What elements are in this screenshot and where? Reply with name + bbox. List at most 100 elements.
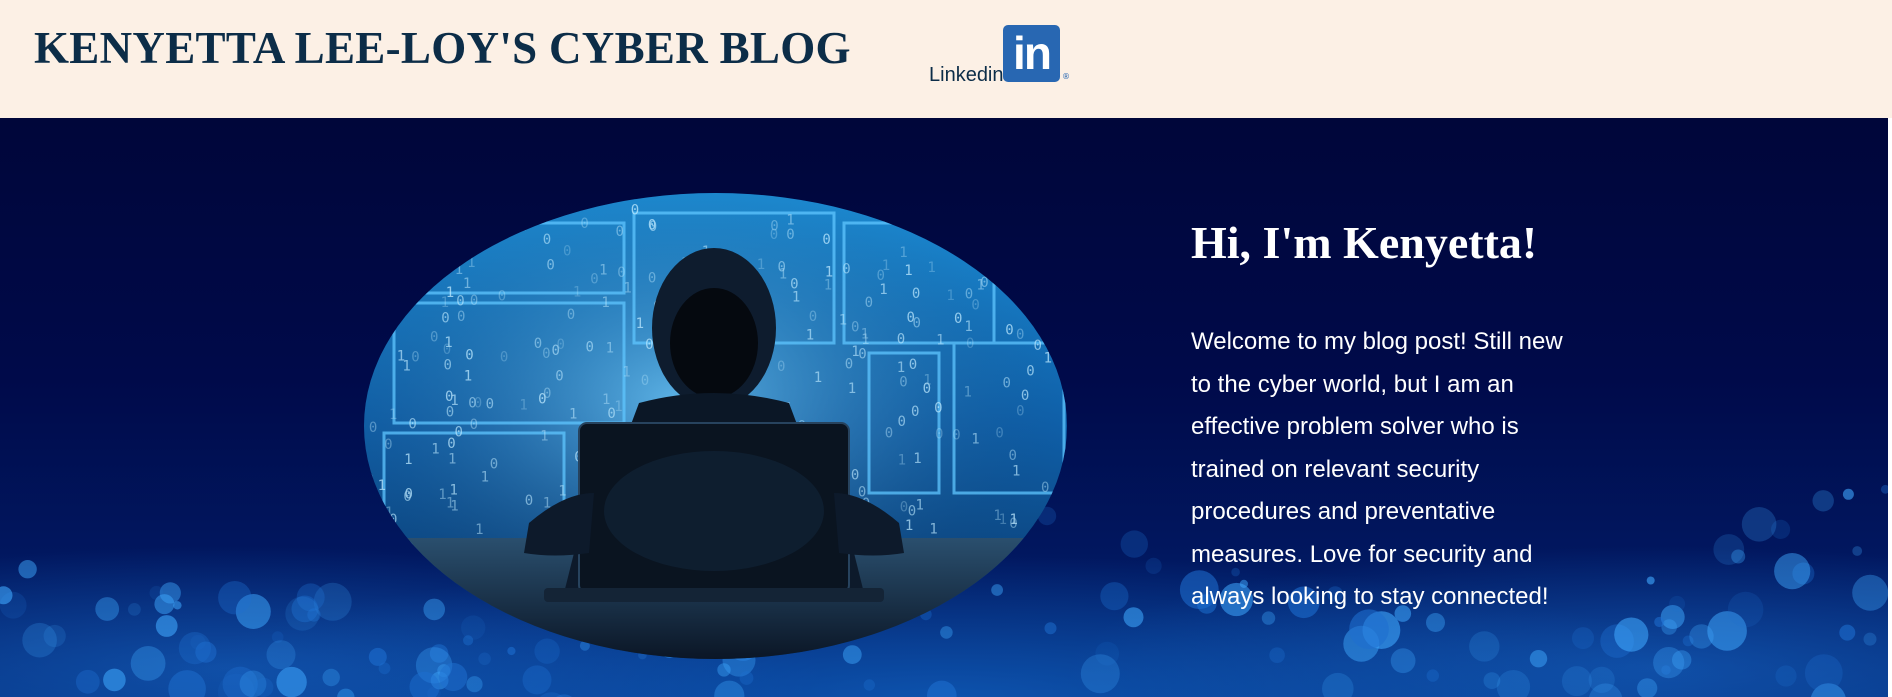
binary-glyph: 0 <box>543 386 551 402</box>
binary-glyph: 1 <box>446 496 454 512</box>
binary-glyph: 0 <box>557 337 565 353</box>
binary-glyph: 0 <box>993 196 1001 212</box>
binary-glyph: 1 <box>436 201 444 217</box>
linkedin-icon[interactable]: in <box>1003 25 1060 82</box>
bokeh-dot <box>1775 665 1797 687</box>
bokeh-dot <box>127 603 141 616</box>
binary-glyph: 0 <box>474 396 482 412</box>
binary-glyph: 0 <box>555 369 563 385</box>
hooded-hacker-laptop-image: 1000110110000011000111010000101100001110… <box>364 193 1067 659</box>
binary-glyph: 1 <box>455 262 463 278</box>
bokeh-dot <box>1044 622 1057 635</box>
binary-glyph: 1 <box>946 288 954 304</box>
binary-glyph: 1 <box>444 335 452 351</box>
binary-glyph: 1 <box>378 478 386 494</box>
binary-glyph: 1 <box>599 263 607 279</box>
bokeh-dot <box>1689 624 1714 649</box>
binary-glyph: 1 <box>545 202 553 218</box>
bokeh-dot <box>1727 591 1764 628</box>
bokeh-dot <box>271 631 284 643</box>
binary-glyph: 1 <box>971 431 979 447</box>
binary-glyph: 1 <box>898 453 906 469</box>
binary-glyph: 1 <box>606 341 614 357</box>
binary-glyph: 0 <box>786 227 794 243</box>
binary-glyph: 0 <box>952 427 960 443</box>
bokeh-dot <box>1713 534 1745 565</box>
binary-glyph: 1 <box>431 442 439 458</box>
binary-glyph: 0 <box>563 243 571 259</box>
bokeh-dot <box>1672 650 1692 670</box>
binary-glyph: 0 <box>444 358 452 374</box>
binary-glyph: 1 <box>402 358 410 374</box>
bokeh-dot <box>863 679 875 691</box>
bokeh-dot <box>1120 530 1149 558</box>
binary-glyph: 1 <box>1050 291 1058 307</box>
binary-glyph: 1 <box>905 518 913 534</box>
bokeh-dot <box>1572 627 1594 650</box>
bokeh-dot <box>95 597 120 621</box>
binary-glyph: 1 <box>475 522 483 538</box>
binary-glyph: 1 <box>1044 351 1052 367</box>
binary-glyph: 0 <box>1009 516 1017 532</box>
binary-glyph: 0 <box>453 215 461 231</box>
binary-glyph: 0 <box>567 307 575 323</box>
binary-glyph: 0 <box>430 329 438 345</box>
bokeh-dot <box>940 626 953 639</box>
bokeh-dot <box>296 583 325 612</box>
bokeh-dot <box>1145 557 1162 574</box>
binary-glyph: 0 <box>408 417 416 433</box>
bokeh-dot <box>1529 650 1548 668</box>
binary-glyph: 1 <box>814 370 822 386</box>
binary-glyph: 1 <box>623 281 631 297</box>
binary-glyph: 1 <box>993 508 1001 524</box>
bokeh-dot <box>1731 549 1746 564</box>
bokeh-dot <box>1660 605 1685 629</box>
linkedin-label[interactable]: Linkedin <box>929 63 1004 87</box>
bokeh-dot <box>1469 631 1500 662</box>
binary-glyph: 1 <box>622 365 630 381</box>
binary-glyph: 1 <box>439 264 447 280</box>
binary-glyph: 0 <box>396 218 404 234</box>
binary-glyph: 1 <box>481 206 489 222</box>
binary-glyph: 0 <box>899 374 907 390</box>
binary-glyph: 0 <box>438 248 446 264</box>
binary-glyph: 1 <box>636 316 644 332</box>
bokeh-dot <box>1588 666 1615 694</box>
binary-glyph: 1 <box>904 263 912 279</box>
binary-glyph: 1 <box>964 319 972 335</box>
binary-glyph: 0 <box>851 320 859 336</box>
bokeh-dot <box>149 585 164 600</box>
bokeh-dot <box>154 594 175 615</box>
bokeh-dot <box>1812 490 1834 512</box>
binary-glyph: 0 <box>777 359 785 375</box>
binary-glyph: 0 <box>935 426 943 442</box>
bokeh-dot <box>739 671 754 685</box>
binary-glyph: 0 <box>900 499 908 515</box>
bokeh-dot <box>235 594 271 629</box>
bokeh-dot <box>1810 683 1846 697</box>
bokeh-dot <box>1646 576 1655 585</box>
binary-glyph: 0 <box>546 258 554 274</box>
bokeh-dot <box>1774 553 1811 590</box>
bokeh-dot <box>1852 574 1888 611</box>
binary-glyph: 0 <box>543 232 551 248</box>
bokeh-dot <box>1741 507 1777 542</box>
binary-glyph: 1 <box>1013 246 1021 262</box>
bokeh-dot <box>0 586 13 605</box>
binary-glyph: 0 <box>631 202 639 218</box>
hero-section: 1000110110000011000111010000101100001110… <box>0 118 1888 697</box>
binary-glyph: 0 <box>365 471 373 487</box>
bokeh-dot <box>1343 625 1380 662</box>
binary-glyph: 0 <box>648 218 656 234</box>
binary-glyph: 0 <box>885 426 893 442</box>
binary-glyph: 1 <box>448 451 456 467</box>
binary-glyph: 1 <box>913 451 921 467</box>
binary-glyph: 1 <box>523 198 531 214</box>
binary-glyph: 1 <box>839 313 847 329</box>
binary-glyph: 0 <box>454 247 462 263</box>
binary-glyph: 0 <box>865 295 873 311</box>
bokeh-dot <box>1637 678 1658 697</box>
binary-glyph: 0 <box>512 207 520 223</box>
binary-glyph: 0 <box>1005 323 1013 339</box>
bokeh-dot <box>1080 654 1120 694</box>
